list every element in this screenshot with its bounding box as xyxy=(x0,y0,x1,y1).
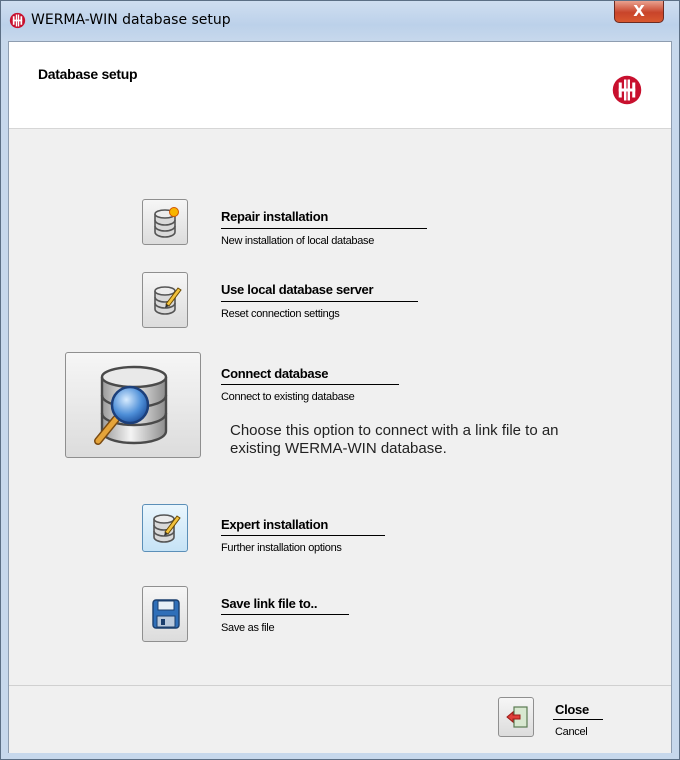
option-divider xyxy=(553,719,603,720)
cancel-subtitle: Cancel xyxy=(555,726,588,738)
close-title[interactable]: Close xyxy=(555,702,589,717)
close-icon: X xyxy=(633,2,645,20)
option-subtitle-save-link: Save as file xyxy=(221,622,275,634)
title-bar[interactable]: WERMA-WIN database setup X xyxy=(1,1,679,41)
dialog-header: Database setup xyxy=(9,42,671,129)
window-close-button[interactable]: X xyxy=(614,1,664,23)
expert-installation-button[interactable] xyxy=(142,504,188,552)
connect-database-button[interactable] xyxy=(65,352,201,458)
option-subtitle-local-server: Reset connection settings xyxy=(221,308,340,320)
werma-logo-icon xyxy=(612,75,642,105)
option-subtitle-connect: Connect to existing database xyxy=(221,391,355,403)
exit-door-icon xyxy=(506,706,528,728)
option-title-expert[interactable]: Expert installation xyxy=(221,517,328,532)
database-star-icon xyxy=(154,207,179,238)
repair-installation-button[interactable] xyxy=(142,199,188,245)
dialog-footer: Close Cancel xyxy=(9,685,671,753)
close-dialog-button[interactable] xyxy=(498,697,534,737)
database-edit-icon xyxy=(154,286,182,315)
local-database-server-button[interactable] xyxy=(142,272,188,328)
dialog-client: Database setup Repair installation New i… xyxy=(8,41,672,753)
option-divider xyxy=(221,301,418,302)
option-title-repair[interactable]: Repair installation xyxy=(221,209,328,224)
option-title-connect[interactable]: Connect database xyxy=(221,366,328,381)
option-divider xyxy=(221,614,349,615)
option-divider xyxy=(221,384,399,385)
option-divider xyxy=(221,535,385,536)
page-title: Database setup xyxy=(38,66,138,82)
database-edit-icon xyxy=(153,514,181,543)
werma-logo-icon xyxy=(9,12,26,29)
floppy-disk-icon xyxy=(152,599,180,629)
save-link-file-button[interactable] xyxy=(142,586,188,642)
window-title: WERMA-WIN database setup xyxy=(31,12,231,28)
dialog-window: WERMA-WIN database setup X Database setu… xyxy=(0,0,680,760)
option-description-connect: Choose this option to connect with a lin… xyxy=(230,422,559,457)
option-divider xyxy=(221,228,427,229)
option-title-save-link[interactable]: Save link file to.. xyxy=(221,596,317,611)
option-title-local-server[interactable]: Use local database server xyxy=(221,282,374,297)
database-search-icon xyxy=(94,365,168,445)
option-subtitle-expert: Further installation options xyxy=(221,542,342,554)
option-subtitle-repair: New installation of local database xyxy=(221,235,375,247)
